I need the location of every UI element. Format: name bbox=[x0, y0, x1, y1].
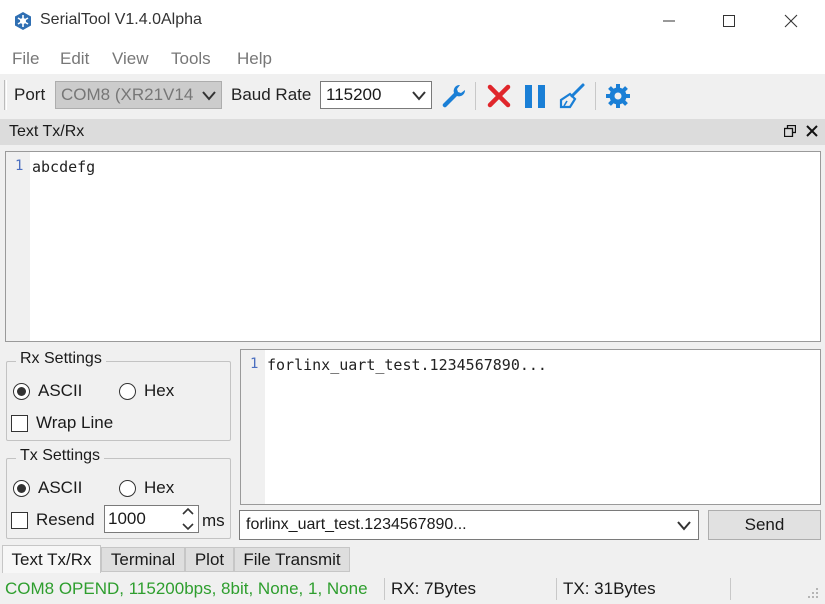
rx-hex-radio[interactable]: Hex bbox=[119, 381, 174, 401]
tx-settings-title: Tx Settings bbox=[16, 447, 105, 465]
port-select[interactable]: COM8 (XR21V14 bbox=[55, 81, 222, 109]
status-bar: COM8 OPEND, 115200bps, 8bit, None, 1, No… bbox=[0, 574, 825, 604]
send-text-line: forlinx_uart_test.1234567890... bbox=[267, 356, 547, 374]
rx-ascii-radio[interactable]: ASCII bbox=[13, 381, 82, 401]
close-port-button[interactable] bbox=[483, 80, 515, 112]
line-number-gutter: 1 bbox=[241, 350, 265, 504]
port-label: Port bbox=[14, 85, 46, 104]
port-settings-button[interactable] bbox=[437, 80, 469, 112]
resend-interval-value: 1000 bbox=[108, 509, 146, 528]
wrap-line-checkbox[interactable]: Wrap Line bbox=[11, 413, 113, 433]
resize-grip-icon[interactable] bbox=[806, 586, 820, 600]
title-bar: SerialTool V1.4.0Alpha bbox=[0, 0, 825, 42]
restore-icon bbox=[784, 125, 796, 137]
resend-checkbox[interactable]: Resend bbox=[11, 510, 95, 530]
menu-bar: File Edit View Tools Help bbox=[0, 42, 825, 74]
resend-unit-label: ms bbox=[202, 511, 225, 530]
settings-button[interactable] bbox=[602, 80, 634, 112]
status-divider bbox=[556, 578, 557, 600]
chevron-down-icon bbox=[202, 91, 216, 101]
receive-text-area[interactable]: 1 abcdefg bbox=[5, 151, 821, 342]
baud-rate-select[interactable]: 115200 bbox=[320, 81, 432, 109]
toolbar: Port COM8 (XR21V14 Baud Rate 115200 bbox=[0, 74, 825, 116]
tab-terminal[interactable]: Terminal bbox=[101, 547, 185, 572]
send-button[interactable]: Send bbox=[708, 510, 821, 540]
tab-text-tx-rx[interactable]: Text Tx/Rx bbox=[2, 545, 101, 573]
radio-selected-indicator bbox=[13, 479, 30, 497]
port-status-text: COM8 OPEND, 115200bps, 8bit, None, 1, No… bbox=[5, 579, 368, 598]
baud-rate-label: Baud Rate bbox=[231, 85, 312, 104]
checkbox-box bbox=[11, 414, 28, 432]
port-select-value: COM8 (XR21V14 bbox=[61, 85, 194, 104]
close-icon bbox=[784, 14, 798, 28]
dock-close-button[interactable] bbox=[805, 124, 819, 138]
baud-rate-value: 115200 bbox=[326, 85, 382, 104]
chevron-down-icon bbox=[182, 523, 194, 531]
dock-title-bar: Text Tx/Rx bbox=[0, 119, 825, 145]
clear-broom-icon bbox=[559, 83, 585, 109]
wrench-icon bbox=[442, 84, 466, 108]
menu-help[interactable]: Help bbox=[237, 49, 272, 69]
radio-selected-indicator bbox=[13, 382, 30, 400]
wrap-line-label: Wrap Line bbox=[36, 413, 114, 432]
chevron-up-icon bbox=[182, 507, 194, 515]
menu-tools[interactable]: Tools bbox=[171, 49, 211, 69]
minimize-button[interactable] bbox=[640, 0, 698, 42]
tx-ascii-label: ASCII bbox=[38, 478, 83, 497]
toolbar-separator bbox=[475, 82, 476, 110]
status-divider bbox=[730, 578, 731, 600]
clear-button[interactable] bbox=[556, 80, 588, 112]
checkbox-box bbox=[11, 511, 28, 529]
toolbar-separator bbox=[595, 82, 596, 110]
line-number: 1 bbox=[250, 356, 259, 372]
send-text-area[interactable]: 1 forlinx_uart_test.1234567890... bbox=[240, 349, 821, 505]
close-icon bbox=[806, 125, 818, 137]
window-title: SerialTool V1.4.0Alpha bbox=[40, 11, 202, 28]
rx-hex-label: Hex bbox=[144, 381, 175, 400]
bottom-tab-bar: Text Tx/Rx Terminal Plot File Transmit bbox=[0, 545, 825, 573]
radio-unselected-indicator bbox=[119, 382, 136, 400]
received-text-line: abcdefg bbox=[32, 158, 96, 176]
rx-settings-title: Rx Settings bbox=[16, 350, 106, 368]
send-history-value: forlinx_uart_test.1234567890... bbox=[246, 516, 467, 533]
settings-gear-icon bbox=[606, 84, 630, 108]
resend-label: Resend bbox=[36, 510, 95, 529]
pause-button[interactable] bbox=[519, 80, 551, 112]
status-divider bbox=[384, 578, 385, 600]
maximize-button[interactable] bbox=[700, 0, 758, 42]
tx-hex-label: Hex bbox=[144, 478, 175, 497]
tab-file-transmit[interactable]: File Transmit bbox=[234, 547, 350, 572]
line-number: 1 bbox=[15, 158, 24, 174]
close-port-icon bbox=[487, 84, 511, 108]
tx-hex-radio[interactable]: Hex bbox=[119, 478, 174, 498]
resend-interval-spinbox[interactable]: 1000 bbox=[104, 505, 199, 533]
radio-unselected-indicator bbox=[119, 479, 136, 497]
rx-count: RX: 7Bytes bbox=[391, 579, 477, 598]
serialtool-app-icon bbox=[15, 12, 31, 30]
chevron-down-icon bbox=[412, 91, 426, 101]
dock-float-button[interactable] bbox=[783, 124, 797, 138]
rx-settings-group: Rx Settings ASCII Hex Wrap Line bbox=[6, 350, 231, 441]
tx-settings-group: Tx Settings ASCII Hex Resend 1000 ms bbox=[6, 447, 231, 539]
menu-edit[interactable]: Edit bbox=[60, 49, 89, 69]
menu-view[interactable]: View bbox=[112, 49, 149, 69]
rx-ascii-label: ASCII bbox=[38, 381, 83, 400]
toolbar-grip[interactable] bbox=[4, 80, 7, 110]
tab-plot[interactable]: Plot bbox=[185, 547, 234, 572]
menu-file[interactable]: File bbox=[12, 49, 39, 69]
tx-count: TX: 31Bytes bbox=[563, 579, 656, 598]
maximize-icon bbox=[723, 15, 735, 27]
chevron-down-icon bbox=[677, 521, 691, 531]
line-number-gutter: 1 bbox=[6, 152, 30, 341]
spin-arrows[interactable] bbox=[180, 507, 196, 531]
minimize-icon bbox=[663, 20, 675, 22]
tx-ascii-radio[interactable]: ASCII bbox=[13, 478, 82, 498]
close-button[interactable] bbox=[762, 0, 820, 42]
send-history-select[interactable]: forlinx_uart_test.1234567890... bbox=[239, 510, 699, 540]
dock-title: Text Tx/Rx bbox=[9, 123, 85, 140]
pause-icon bbox=[525, 85, 545, 108]
